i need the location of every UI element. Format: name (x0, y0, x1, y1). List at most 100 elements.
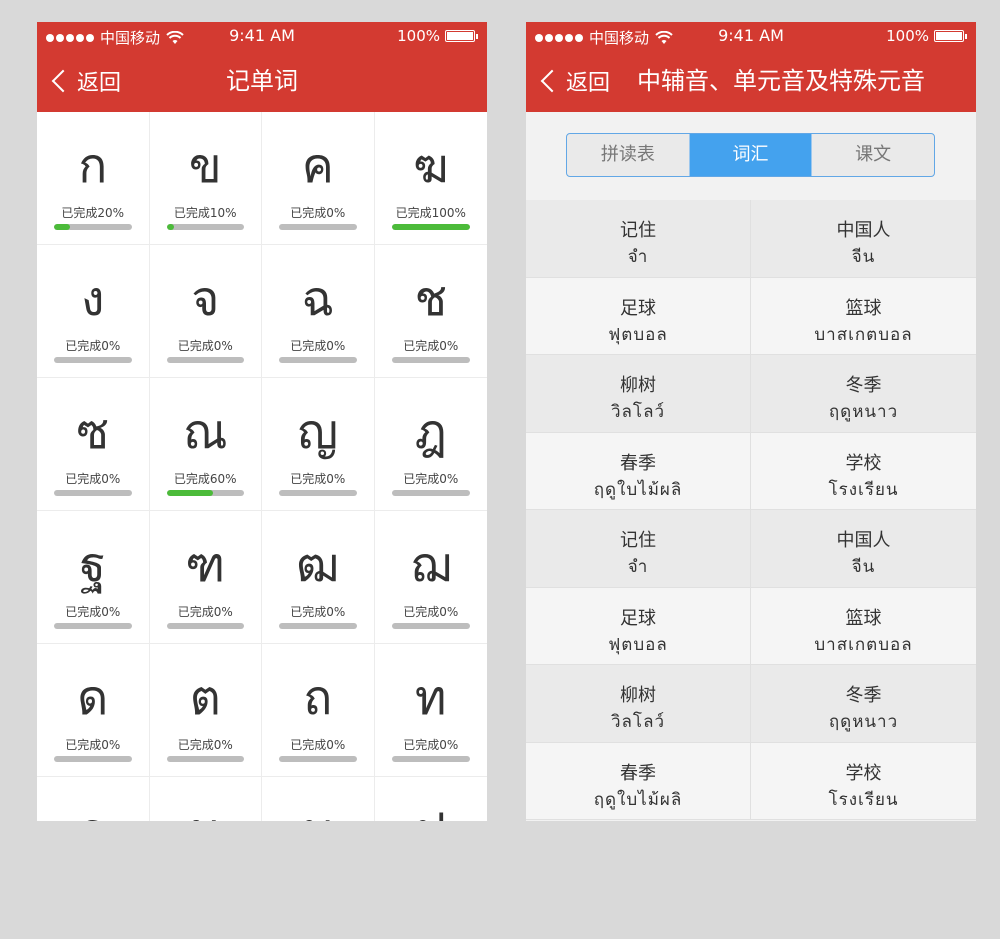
battery-cap (965, 33, 967, 39)
letter-cell[interactable]: ฐ 已完成0% (37, 511, 150, 644)
progress-label: 已完成0% (65, 738, 121, 752)
word-thai: ฟุตบอล (608, 634, 668, 655)
progress-fill (54, 224, 70, 230)
progress-bar (54, 357, 132, 363)
letter-cell[interactable]: ฉ 已完成0% (262, 245, 375, 378)
progress-bar (391, 756, 470, 762)
progress-label: 已完成20% (61, 206, 125, 220)
letter-cell[interactable]: ด 已完成0% (37, 644, 150, 777)
battery-percent: 100% (397, 27, 440, 45)
progress-fill (166, 224, 175, 230)
letter-cell[interactable]: ป (375, 777, 488, 821)
letter-glyph: ฌ (410, 537, 452, 593)
letter-glyph: ต (189, 670, 221, 726)
top-bar: 中国移动 9:41 AM 100% 返回 记单词 (37, 22, 487, 112)
word-chinese: 春季 (620, 452, 656, 474)
word-thai: จำ (627, 247, 649, 267)
letter-cell[interactable]: บ (262, 777, 375, 821)
letter-glyph: ฉ (301, 271, 335, 327)
letter-glyph: ค (301, 138, 334, 194)
progress-fill (391, 224, 470, 230)
letter-cell[interactable]: ซ 已完成0% (37, 378, 150, 511)
letter-glyph: ฆ (412, 138, 449, 194)
vocab-item[interactable]: 学校 โรงเรียน (751, 432, 976, 510)
progress-bar (391, 490, 470, 496)
tab-1[interactable]: 词汇 (689, 134, 813, 176)
vocab-item[interactable]: 中国人 จีน (751, 510, 976, 588)
progress-label: 已完成0% (290, 206, 346, 220)
progress-bar (391, 224, 470, 230)
letter-cell[interactable]: ฎ 已完成0% (374, 378, 487, 511)
letter-cell[interactable]: ธ (37, 777, 150, 821)
letter-cell[interactable]: ฑ 已完成0% (149, 511, 262, 644)
letter-glyph: ญ (297, 404, 339, 460)
vocab-item[interactable]: 学校 โรงเรียน (751, 742, 976, 820)
nav-bar: 返回 记单词 (37, 50, 487, 112)
vocab-item[interactable]: 冬季 ฤดูหนาว (751, 355, 976, 433)
letter-glyph: ฒ (296, 537, 340, 593)
letter-glyph: จ (191, 271, 220, 327)
letter-grid: ก 已完成20% ข 已完成10% ค 已完成0% ฆ 已完成100% ง 已完成0% จ 已完成0%… (37, 112, 487, 821)
vocab-item[interactable]: 篮球 บาสเกตบอล (751, 277, 976, 355)
letter-cell[interactable]: ฌ 已完成0% (374, 511, 487, 644)
progress-bar (166, 756, 244, 762)
page-title: 中辅音、单元音及特殊元音 (637, 67, 925, 95)
word-thai: ฤดูหนาว (828, 402, 899, 422)
progress-label: 已完成0% (65, 472, 121, 486)
letter-cell[interactable]: ต 已完成0% (149, 644, 262, 777)
letter-cell[interactable]: ช 已完成0% (374, 245, 487, 378)
word-thai: ฤดูใบไม้ผลิ (593, 479, 683, 500)
vocab-item[interactable]: 记住 จำ (526, 200, 751, 278)
vocab-item[interactable]: 篮球 บาสเกตบอล (751, 587, 976, 665)
word-chinese: 中国人 (836, 220, 891, 241)
word-thai: วิลโลว์ (610, 402, 666, 422)
letter-glyph: ด (77, 670, 109, 726)
letter-glyph: น (150, 803, 262, 821)
vocab-item[interactable]: 足球 ฟุตบอล (526, 587, 751, 665)
word-thai: ฤดูหนาว (828, 712, 899, 732)
status-bar: 中国移动 9:41 AM 100% (526, 22, 976, 50)
word-chinese: 记住 (620, 530, 656, 551)
letter-cell[interactable]: น (150, 777, 262, 821)
nav-bar: 返回 中辅音、单元音及特殊元音 (526, 50, 976, 112)
tab-2[interactable]: 课文 (812, 134, 934, 176)
letter-glyph: ธ (37, 803, 149, 821)
letter-cell[interactable]: ฒ 已完成0% (262, 511, 375, 644)
letter-cell[interactable]: ฆ 已完成100% (374, 112, 487, 245)
letter-cell[interactable]: ก 已完成20% (37, 112, 150, 245)
letter-cell[interactable]: ถ 已完成0% (262, 644, 375, 777)
progress-label: 已完成0% (290, 339, 346, 353)
battery-icon (934, 30, 964, 42)
letter-cell[interactable]: ญ 已完成0% (262, 378, 375, 511)
progress-bar (54, 490, 132, 496)
letter-cell[interactable]: จ 已完成0% (149, 245, 262, 378)
progress-bar (166, 623, 244, 629)
tab-0[interactable]: 拼读表 (567, 134, 690, 176)
progress-bar (279, 623, 357, 629)
segmented-control-area: 拼读表 词汇 课文 (526, 112, 976, 200)
progress-label: 已完成0% (403, 472, 459, 486)
vocab-item[interactable]: 记住 จำ (526, 510, 751, 588)
vocab-item[interactable]: 柳树 วิลโลว์ (526, 355, 751, 433)
letter-cell[interactable]: ณ 已完成60% (149, 378, 262, 511)
vocab-list: 记住 จำ 中国人 จีน 足球 ฟุตบอล 篮球 บาสเกตบอล 柳树 วิลโลว์ 冬季… (526, 200, 976, 820)
word-thai: ฟุตบอล (608, 324, 668, 345)
vocab-item[interactable]: 柳树 วิลโลว์ (526, 665, 751, 743)
progress-label: 已完成0% (403, 605, 459, 619)
letter-cell[interactable]: ข 已完成10% (149, 112, 262, 245)
progress-bar (391, 623, 470, 629)
vocab-item[interactable]: 足球 ฟุตบอล (526, 277, 751, 355)
letter-cell[interactable]: ท 已完成0% (374, 644, 487, 777)
word-chinese: 柳树 (620, 375, 656, 396)
vocab-item[interactable]: 春季 ฤดูใบไม้ผลิ (526, 742, 751, 820)
progress-bar (54, 756, 132, 762)
word-thai: บาสเกตบอล (814, 634, 913, 655)
vocab-item[interactable]: 中国人 จีน (751, 200, 976, 278)
progress-bar (279, 490, 357, 496)
word-thai: จำ (627, 557, 649, 577)
letter-cell[interactable]: ค 已完成0% (262, 112, 375, 245)
vocab-item[interactable]: 冬季 ฤดูหนาว (751, 665, 976, 743)
progress-label: 已完成0% (177, 738, 233, 752)
vocab-item[interactable]: 春季 ฤดูใบไม้ผลิ (526, 432, 751, 510)
letter-cell[interactable]: ง 已完成0% (37, 245, 150, 378)
